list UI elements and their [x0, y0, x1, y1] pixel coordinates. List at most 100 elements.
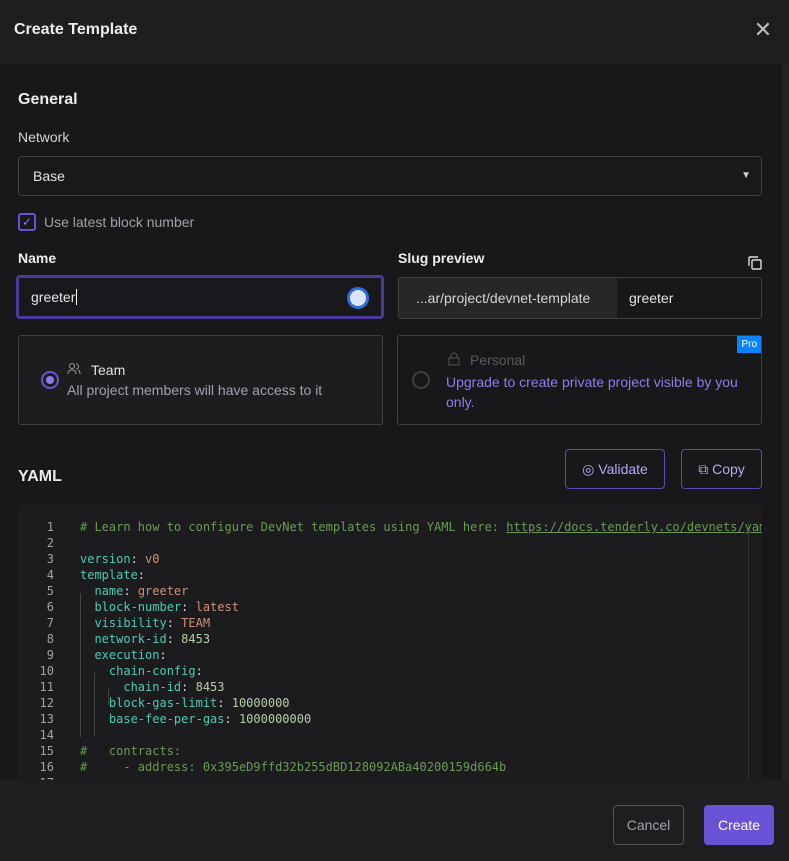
- code-token: TEAM: [181, 616, 211, 630]
- name-input[interactable]: greeter: [16, 275, 384, 319]
- yaml-editor[interactable]: 1 # Learn how to configure DevNet templat…: [18, 505, 762, 780]
- editor-ruler: [748, 521, 749, 780]
- code-token: visibility: [94, 616, 167, 630]
- copy-icon[interactable]: [748, 256, 762, 270]
- code-token: # contracts:: [80, 744, 182, 758]
- line-number: 16: [39, 760, 54, 774]
- code-token: version: [80, 552, 131, 566]
- line-number: 14: [39, 728, 54, 742]
- team-title: Team: [91, 362, 126, 378]
- code-token: 8453: [195, 680, 225, 694]
- code-token: :: [137, 568, 146, 582]
- users-icon: [67, 363, 81, 375]
- team-radio[interactable]: [41, 371, 59, 389]
- code-token: :: [159, 648, 167, 662]
- code-line: network-id: 8453: [80, 632, 210, 646]
- code-token: network-id: [94, 632, 167, 646]
- code-token: block-number: [94, 600, 182, 614]
- line-number: 12: [39, 696, 54, 710]
- slug-prefix: ...ar/project/devnet-template: [399, 278, 617, 318]
- code-token: # Learn how to configure DevNet template…: [80, 520, 507, 534]
- use-latest-label[interactable]: Use latest block number: [44, 214, 194, 230]
- code-line: # Learn how to configure DevNet template…: [80, 520, 762, 534]
- network-select[interactable]: Base ▼: [18, 156, 762, 196]
- chevron-down-icon: ▼: [741, 170, 751, 181]
- code-token: :: [166, 616, 182, 630]
- network-value: Base: [33, 168, 65, 184]
- line-number: 10: [39, 664, 54, 678]
- general-heading: General: [18, 91, 78, 108]
- validate-label: Validate: [598, 461, 648, 477]
- line-number: 11: [39, 680, 54, 694]
- personal-radio[interactable]: [412, 371, 430, 389]
- dialog-footer: Cancel Create: [0, 780, 789, 861]
- code-token: :: [181, 600, 196, 614]
- code-token: https://docs.tenderly.co/devnets/yaml: [506, 520, 762, 534]
- name-value: greeter: [31, 289, 76, 305]
- code-line: base-fee-per-gas: 1000000000: [80, 712, 311, 726]
- code-token: latest: [195, 600, 239, 614]
- code-line: # contracts:: [80, 744, 181, 758]
- personal-description[interactable]: Upgrade to create private project visibl…: [446, 372, 746, 412]
- code-token: execution: [94, 648, 160, 662]
- code-token: template: [80, 568, 138, 582]
- code-token: chain-config: [108, 664, 196, 678]
- personal-title: Personal: [470, 352, 526, 368]
- dialog-title: Create Template: [14, 21, 138, 38]
- code-token: :: [217, 696, 232, 710]
- line-number: 5: [46, 584, 54, 598]
- code-token: :: [195, 664, 203, 678]
- line-number: 8: [46, 632, 54, 646]
- line-number: 6: [46, 600, 54, 614]
- cancel-button[interactable]: Cancel: [613, 805, 684, 845]
- code-token: greeter: [137, 584, 189, 598]
- use-latest-checkbox[interactable]: ✓: [18, 213, 36, 231]
- visibility-team-option[interactable]: Team All project members will have acces…: [18, 335, 383, 425]
- scrollbar[interactable]: [782, 64, 789, 780]
- code-line: version: v0: [80, 552, 159, 566]
- line-number: 13: [39, 712, 54, 726]
- code-token: 1000000000: [238, 712, 312, 726]
- copy-label: Copy: [712, 461, 745, 477]
- copy-icon: ⧉: [698, 461, 709, 477]
- pro-badge: Pro: [737, 336, 761, 353]
- code-line: chain-id: 8453: [80, 680, 225, 694]
- code-token: block-gas-limit: [108, 696, 218, 710]
- copy-yaml-button[interactable]: ⧉ Copy: [681, 449, 762, 489]
- slug-label: Slug preview: [398, 250, 485, 266]
- code-line: execution:: [80, 648, 167, 662]
- dialog-header: Create Template ✕: [0, 0, 789, 64]
- code-token: :: [123, 584, 138, 598]
- code-token: :: [181, 680, 196, 694]
- yaml-heading: YAML: [18, 468, 62, 485]
- code-token: base-fee-per-gas: [108, 712, 225, 726]
- password-manager-icon[interactable]: [347, 287, 369, 309]
- code-token: v0: [145, 552, 160, 566]
- line-number: 15: [39, 744, 54, 758]
- code-line: chain-config:: [80, 664, 203, 678]
- code-line: block-gas-limit: 10000000: [80, 696, 290, 710]
- create-button[interactable]: Create: [704, 805, 774, 845]
- lock-icon: [448, 352, 460, 366]
- code-token: name: [94, 584, 124, 598]
- code-line: visibility: TEAM: [80, 616, 210, 630]
- visibility-personal-option[interactable]: Personal Upgrade to create private proje…: [397, 335, 762, 425]
- code-line: template:: [80, 568, 145, 582]
- code-token: :: [166, 632, 182, 646]
- code-token: 10000000: [231, 696, 290, 710]
- team-description: All project members will have access to …: [67, 382, 323, 398]
- line-number: 9: [46, 648, 54, 662]
- code-line: # - address: 0x395eD9ffd32b255dBD128092A…: [80, 760, 506, 774]
- close-icon[interactable]: ✕: [752, 19, 774, 41]
- network-label: Network: [18, 129, 70, 145]
- validate-button[interactable]: ◎ Validate: [565, 449, 665, 489]
